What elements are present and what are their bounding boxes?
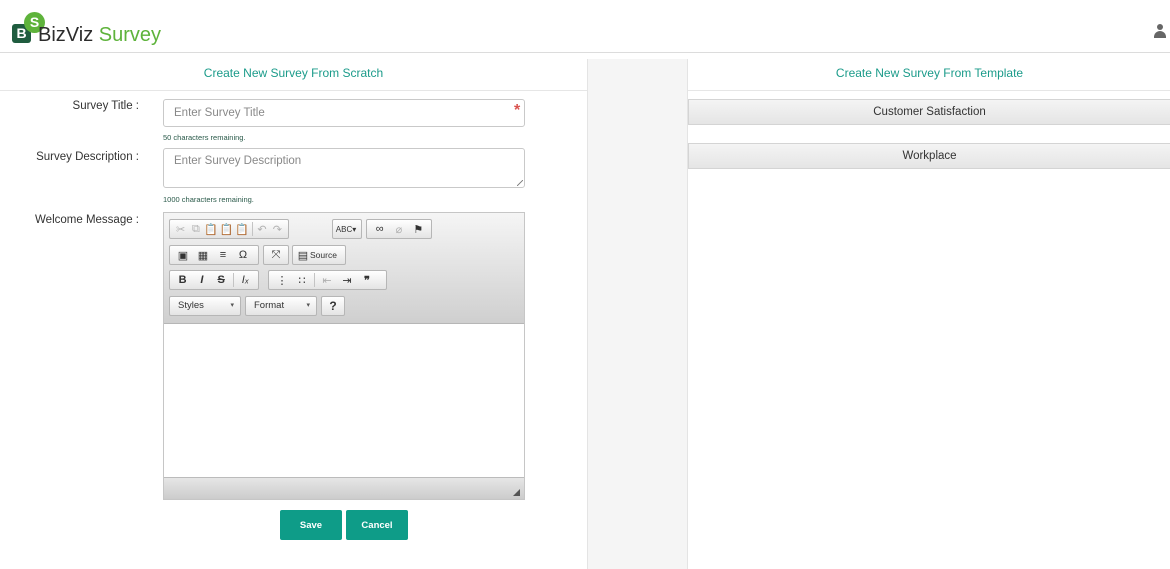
help-button[interactable]: ? xyxy=(321,296,345,316)
required-asterisk: * xyxy=(514,102,521,119)
create-from-scratch-panel: Create New Survey From Scratch Survey Ti… xyxy=(0,59,588,569)
insert-group: ▣ ▦ ≡ Ω xyxy=(169,245,259,265)
survey-description-label: Survey Description : xyxy=(36,151,139,163)
scratch-panel-title: Create New Survey From Scratch xyxy=(0,59,587,91)
bold-icon[interactable]: B xyxy=(173,271,192,289)
styles-label: Styles xyxy=(178,300,204,311)
brand-name-bizviz: BizViz xyxy=(38,24,94,46)
paste-text-icon[interactable]: 📋 xyxy=(219,220,234,238)
source-label: Source xyxy=(310,250,337,260)
editor-footer xyxy=(164,477,524,499)
numbered-list-icon[interactable]: ⋮ xyxy=(272,271,292,289)
format-label: Format xyxy=(254,300,285,311)
template-customer-satisfaction[interactable]: Customer Satisfaction xyxy=(688,99,1170,125)
outdent-icon[interactable]: ⇤ xyxy=(317,271,337,289)
welcome-message-label: Welcome Message : xyxy=(35,214,139,226)
survey-description-input[interactable] xyxy=(163,148,525,188)
paste-word-icon[interactable]: 📋 xyxy=(234,220,249,238)
remove-format-icon[interactable]: Iₓ xyxy=(236,271,255,289)
brand-name-survey: Survey xyxy=(98,24,162,46)
create-from-template-panel: Create New Survey From Template Customer… xyxy=(687,59,1170,569)
user-icon[interactable] xyxy=(1154,24,1166,38)
styles-dropdown[interactable]: Styles ▾ xyxy=(169,296,241,316)
textarea-resize-handle[interactable] xyxy=(517,180,523,186)
title-char-count: 50 characters remaining. xyxy=(163,133,246,142)
survey-title-label: Survey Title : xyxy=(72,100,139,112)
strike-icon[interactable]: S xyxy=(212,271,231,289)
blockquote-icon[interactable]: ❞ xyxy=(357,271,377,289)
rich-text-editor: ✂ ⧉ 📋 📋 📋 ↶ ↷ ABC▾ ∞ ⌀ ⚑ ▣ ▦ ≡ Ω ⤧ ▤ Sou… xyxy=(163,212,525,500)
source-button[interactable]: ▤ Source xyxy=(292,245,346,265)
maximize-icon[interactable]: ⤧ xyxy=(267,246,285,264)
editor-content-area[interactable] xyxy=(164,324,524,479)
anchor-flag-icon[interactable]: ⚑ xyxy=(409,220,428,238)
image-icon[interactable]: ▣ xyxy=(173,246,193,264)
editor-toolbar: ✂ ⧉ 📋 📋 📋 ↶ ↷ ABC▾ ∞ ⌀ ⚑ ▣ ▦ ≡ Ω ⤧ ▤ Sou… xyxy=(164,213,524,324)
basic-styles-group: B I S Iₓ xyxy=(169,270,259,290)
link-icon[interactable]: ∞ xyxy=(370,220,389,238)
panel-gutter xyxy=(588,59,687,569)
horizontal-line-icon[interactable]: ≡ xyxy=(213,246,233,264)
unlink-icon[interactable]: ⌀ xyxy=(389,220,408,238)
help-icon: ? xyxy=(329,299,337,313)
editor-resize-icon[interactable] xyxy=(513,489,520,496)
format-dropdown[interactable]: Format ▾ xyxy=(245,296,317,316)
cut-icon[interactable]: ✂ xyxy=(173,220,188,238)
special-char-icon[interactable]: Ω xyxy=(233,246,253,264)
redo-icon[interactable]: ↷ xyxy=(270,220,285,238)
survey-title-input[interactable] xyxy=(163,99,525,127)
spellcheck-icon[interactable]: ABC▾ xyxy=(336,220,356,238)
link-group: ∞ ⌀ ⚑ xyxy=(366,219,432,239)
template-panel-title: Create New Survey From Template xyxy=(688,59,1170,91)
paste-icon[interactable]: 📋 xyxy=(204,220,219,238)
bulleted-list-icon[interactable]: ∷ xyxy=(292,271,312,289)
cancel-button[interactable]: Cancel xyxy=(346,510,408,540)
template-workplace[interactable]: Workplace xyxy=(688,143,1170,169)
table-icon[interactable]: ▦ xyxy=(193,246,213,264)
clipboard-group: ✂ ⧉ 📋 📋 📋 ↶ ↷ xyxy=(169,219,289,239)
italic-icon[interactable]: I xyxy=(192,271,211,289)
app-header: B S BizViz Survey xyxy=(0,0,1170,53)
paragraph-group: ⋮ ∷ ⇤ ⇥ ❞ xyxy=(268,270,387,290)
source-icon: ▤ xyxy=(297,249,309,262)
spellcheck-group: ABC▾ xyxy=(332,219,362,239)
styles-chevron-icon: ▾ xyxy=(230,302,234,309)
description-char-count: 1000 characters remaining. xyxy=(163,195,254,204)
copy-icon[interactable]: ⧉ xyxy=(188,220,203,238)
indent-icon[interactable]: ⇥ xyxy=(337,271,357,289)
maximize-group: ⤧ xyxy=(263,245,289,265)
brand-name: BizViz Survey xyxy=(38,24,161,46)
undo-icon[interactable]: ↶ xyxy=(254,220,269,238)
format-chevron-icon: ▾ xyxy=(306,302,310,309)
save-button[interactable]: Save xyxy=(280,510,342,540)
